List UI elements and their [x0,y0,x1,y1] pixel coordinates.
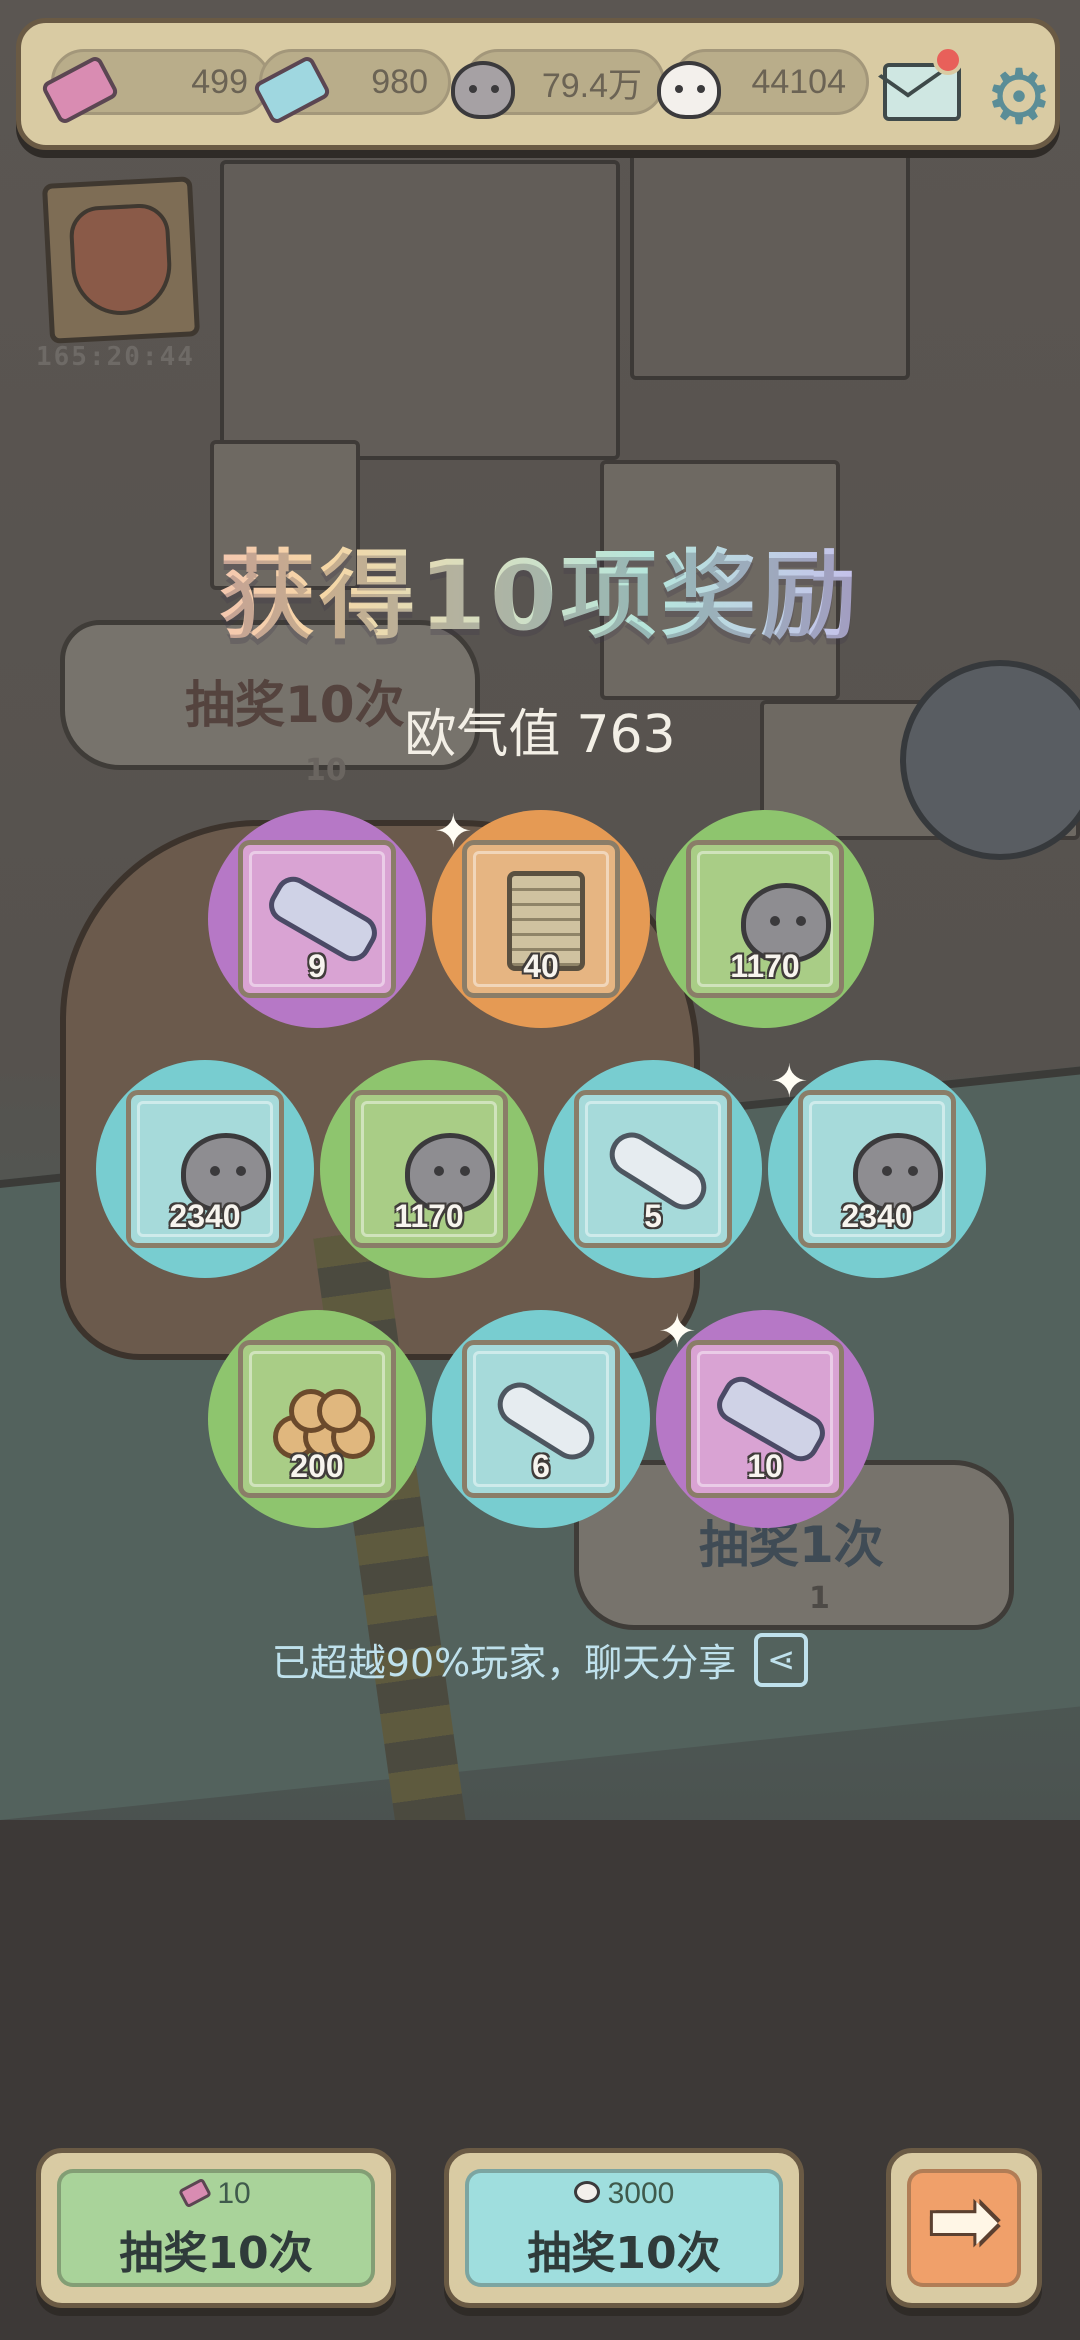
grey-ghost-count: 79.4万 [541,66,642,105]
reward-qty: 5 [644,1198,662,1234]
luck-value-row: 欧气值 763 [0,692,1080,767]
ghost-draw10-cost-value: 3000 [607,2177,675,2210]
reward-qty: 6 [532,1448,550,1484]
ticket-draw10-cost: 10 [41,2177,391,2211]
reward-qty: 1170 [730,948,800,984]
wall-panel [220,160,620,460]
event-card[interactable] [41,176,201,344]
blue-ticket-count: 980 [371,62,428,101]
share-text[interactable]: 已超越90%玩家，聊天分享 [272,1632,736,1687]
event-timer: 165:20:44 [36,342,195,372]
ticket-draw10-button[interactable]: 10 抽奖10次 [36,2148,396,2308]
reward-item[interactable]: 5 [544,1060,762,1278]
reward-item[interactable]: 9 [208,810,426,1028]
pink-ticket-icon [178,2177,213,2209]
reward-qty: 1170 [394,1198,464,1234]
reward-item[interactable]: 6 [432,1310,650,1528]
wall-panel [630,140,910,380]
reward-item[interactable]: ✦ 40 [432,804,650,1028]
next-button[interactable]: ➡ [886,2148,1042,2308]
background-draw1-cost: 1 [809,1581,830,1616]
reward-title: 获得10项奖励 [0,518,1080,657]
ghost-draw10-cost: 3000 [449,2177,799,2211]
ticket-draw10-cost-value: 10 [217,2177,251,2210]
reward-qty: 2340 [841,1198,913,1234]
notification-dot [933,45,963,75]
reward-item[interactable]: ✦ 2340 [768,1054,986,1278]
reward-qty: 40 [523,948,559,984]
reward-item[interactable]: 1170 [320,1060,538,1278]
share-row[interactable]: 已超越90%玩家，聊天分享 ⋖ [0,1632,1080,1687]
pink-ticket-count: 499 [191,62,248,101]
luck-label: 欧气值 [404,705,561,765]
white-ghost-count: 44104 [751,62,846,101]
share-icon[interactable]: ⋖ [754,1632,809,1687]
reward-item[interactable]: 2340 [96,1060,314,1278]
ticket-draw10-label: 抽奖10次 [119,2228,313,2279]
reward-item[interactable]: ✦ 10 [656,1304,874,1528]
grey-ghost-icon [451,61,515,119]
right-arrow-icon: ➡ [927,2171,1001,2271]
reward-qty: 2340 [169,1198,241,1234]
gear-icon[interactable]: ⚙ [983,59,1055,135]
white-ghost-icon [573,2181,600,2203]
luck-value: 763 [576,705,676,765]
white-ghost-icon [657,61,721,119]
reward-qty: 200 [290,1448,344,1484]
ghost-draw10-label: 抽奖10次 [527,2228,721,2279]
event-card-artwork [68,202,174,318]
reward-item[interactable]: 1170 [656,810,874,1028]
reward-qty: 9 [308,948,326,984]
reward-qty: 10 [747,1448,783,1484]
ghost-draw10-button[interactable]: 3000 抽奖10次 [444,2148,804,2308]
resource-bar: 499 980 79.4万 44104 ⚙ [16,18,1060,150]
reward-item[interactable]: 200 [208,1310,426,1528]
